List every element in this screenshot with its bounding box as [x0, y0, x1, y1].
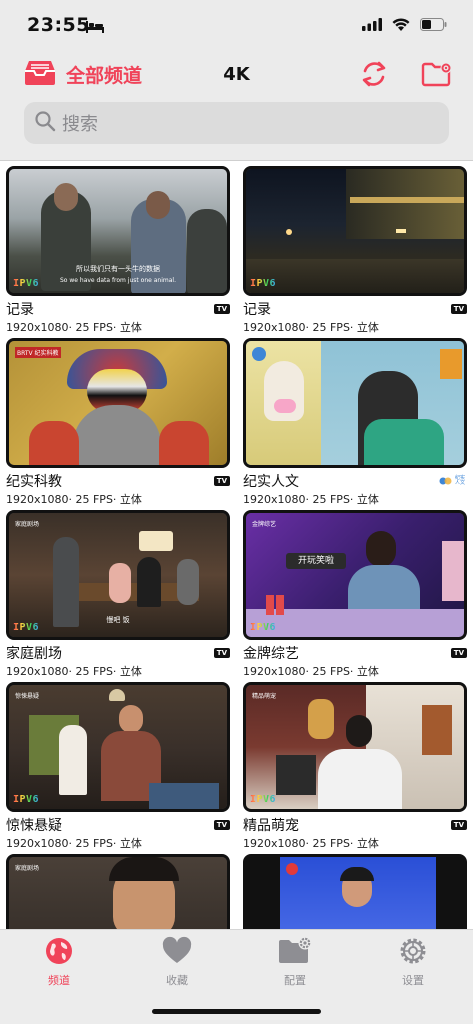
show-sign: 开玩笑啦: [286, 553, 346, 569]
tv-badge: TV: [213, 820, 230, 830]
channel-card[interactable]: 家庭剧场: [6, 854, 230, 929]
nav-bar: 全部频道 4K: [0, 52, 473, 100]
channel-logo: BRTV 纪实科教: [15, 347, 61, 358]
status-bar: 23:55: [0, 0, 473, 50]
channel-thumbnail[interactable]: 惊悚悬疑 IPV6: [6, 682, 230, 812]
channel-thumbnail[interactable]: 家庭剧场: [6, 854, 230, 929]
bed-icon: [86, 18, 104, 37]
channel-name: 纪实科教: [6, 474, 62, 490]
folder-settings-icon[interactable]: [421, 61, 453, 91]
channel-meta: 1920x1080· 25 FPS· 立体: [243, 321, 379, 334]
channel-thumbnail[interactable]: 家庭剧场 慢吧 饭 IPV6: [6, 510, 230, 640]
subtitle-text: 所以我们只有一头牛的数据: [76, 265, 160, 273]
channel-name: 家庭剧场: [6, 646, 62, 662]
channel-logo: 家庭剧场: [15, 521, 40, 528]
inbox-tray-icon: [24, 58, 56, 90]
heart-icon: [162, 936, 192, 970]
channel-name: 惊悚悬疑: [6, 818, 62, 834]
tab-config[interactable]: 配置: [250, 936, 340, 988]
channel-name: 纪实人文: [243, 474, 299, 490]
ipv6-badge: IPV6: [250, 278, 277, 289]
tab-label: 设置: [402, 974, 424, 987]
channel-name: 金牌综艺: [243, 646, 299, 662]
channel-logo-mark: [286, 863, 298, 875]
channel-card[interactable]: BRTV 纪实科教 纪实科教 TV 1920x1080· 25 FPS· 立体: [6, 338, 230, 507]
channel-meta: 1920x1080· 25 FPS· 立体: [243, 665, 379, 678]
channel-meta: 1920x1080· 25 FPS· 立体: [243, 837, 379, 850]
tab-settings[interactable]: 设置: [368, 936, 458, 988]
channel-meta: 1920x1080· 25 FPS· 立体: [6, 321, 142, 334]
tv-badge: TV: [450, 304, 467, 314]
channel-name: 记录: [6, 302, 34, 318]
channel-thumbnail[interactable]: 开玩笑啦 金牌综艺 IPV6: [243, 510, 467, 640]
tab-label: 收藏: [166, 974, 188, 987]
channel-logo-badge: 纪实人文: [439, 475, 467, 487]
channel-card[interactable]: [243, 854, 467, 929]
home-indicator: [152, 1009, 321, 1014]
ipv6-badge: IPV6: [13, 794, 40, 805]
tv-badge: TV: [213, 304, 230, 314]
channel-thumbnail[interactable]: 所以我们只有一头牛的数据 So we have data from just o…: [6, 166, 230, 296]
channel-meta: 1920x1080· 25 FPS· 立体: [6, 665, 142, 678]
channel-logo: 家庭剧场: [15, 865, 40, 872]
subtitle-english: So we have data from just one animal.: [60, 277, 176, 284]
channel-filter-button[interactable]: 全部频道: [24, 58, 142, 90]
channel-card[interactable]: 纪实人文 纪实人文 1920x1080· 25 FPS· 立体: [243, 338, 467, 507]
battery-icon: [420, 16, 447, 35]
tab-label: 频道: [48, 974, 70, 987]
channel-thumbnail[interactable]: [243, 854, 467, 929]
tv-badge: TV: [450, 648, 467, 658]
wifi-icon: [392, 16, 410, 35]
subtitle-text: 慢吧 饭: [106, 616, 130, 624]
channel-logo: 金牌综艺: [252, 521, 277, 528]
ipv6-badge: IPV6: [250, 794, 277, 805]
tab-channels[interactable]: 频道: [14, 936, 104, 988]
channel-meta: 1920x1080· 25 FPS· 立体: [6, 493, 142, 506]
tv-badge: TV: [450, 820, 467, 830]
tab-label: 配置: [284, 974, 306, 987]
channel-thumbnail[interactable]: [243, 338, 467, 468]
channel-logo-mark: [252, 347, 266, 361]
tv-badge: TV: [213, 476, 230, 486]
folder-gear-icon: [278, 936, 312, 970]
ipv6-badge: IPV6: [13, 622, 40, 633]
search-placeholder: 搜索: [62, 114, 98, 135]
channel-meta: 1920x1080· 25 FPS· 立体: [6, 837, 142, 850]
channel-thumbnail[interactable]: 精品萌宠 IPV6: [243, 682, 467, 812]
channel-name: 记录: [243, 302, 271, 318]
tab-favorites[interactable]: 收藏: [132, 936, 222, 988]
channel-logo: 惊悚悬疑: [15, 693, 40, 700]
channel-name: 精品萌宠: [243, 818, 299, 834]
nav-title: 全部频道: [66, 64, 143, 87]
refresh-icon[interactable]: [359, 60, 389, 92]
status-time: 23:55: [27, 14, 90, 36]
channel-card[interactable]: 所以我们只有一头牛的数据 So we have data from just o…: [6, 166, 230, 335]
channel-card[interactable]: 家庭剧场 慢吧 饭 IPV6 家庭剧场 TV 1920x1080· 25 FPS…: [6, 510, 230, 679]
channel-meta: 1920x1080· 25 FPS· 立体: [243, 493, 379, 506]
channel-card[interactable]: 开玩笑啦 金牌综艺 IPV6 金牌综艺 TV 1920x1080· 25 FPS…: [243, 510, 467, 679]
gear-icon: [398, 938, 428, 970]
search-field[interactable]: 搜索: [24, 102, 449, 144]
channel-logo: 精品萌宠: [252, 693, 277, 700]
ipv6-badge: IPV6: [13, 278, 40, 289]
channel-card[interactable]: 精品萌宠 IPV6 精品萌宠 TV 1920x1080· 25 FPS· 立体: [243, 682, 467, 851]
channel-thumbnail[interactable]: IPV6: [243, 166, 467, 296]
channel-grid: 所以我们只有一头牛的数据 So we have data from just o…: [0, 161, 473, 929]
cellular-signal-icon: [362, 16, 382, 35]
tv-badge: TV: [213, 648, 230, 658]
channel-thumbnail[interactable]: BRTV 纪实科教: [6, 338, 230, 468]
globe-icon: [44, 938, 74, 970]
channel-card[interactable]: 惊悚悬疑 IPV6 惊悚悬疑 TV 1920x1080· 25 FPS· 立体: [6, 682, 230, 851]
search-icon: [34, 110, 56, 136]
ipv6-badge: IPV6: [250, 622, 277, 633]
channel-card[interactable]: IPV6 记录 TV 1920x1080· 25 FPS· 立体: [243, 166, 467, 335]
